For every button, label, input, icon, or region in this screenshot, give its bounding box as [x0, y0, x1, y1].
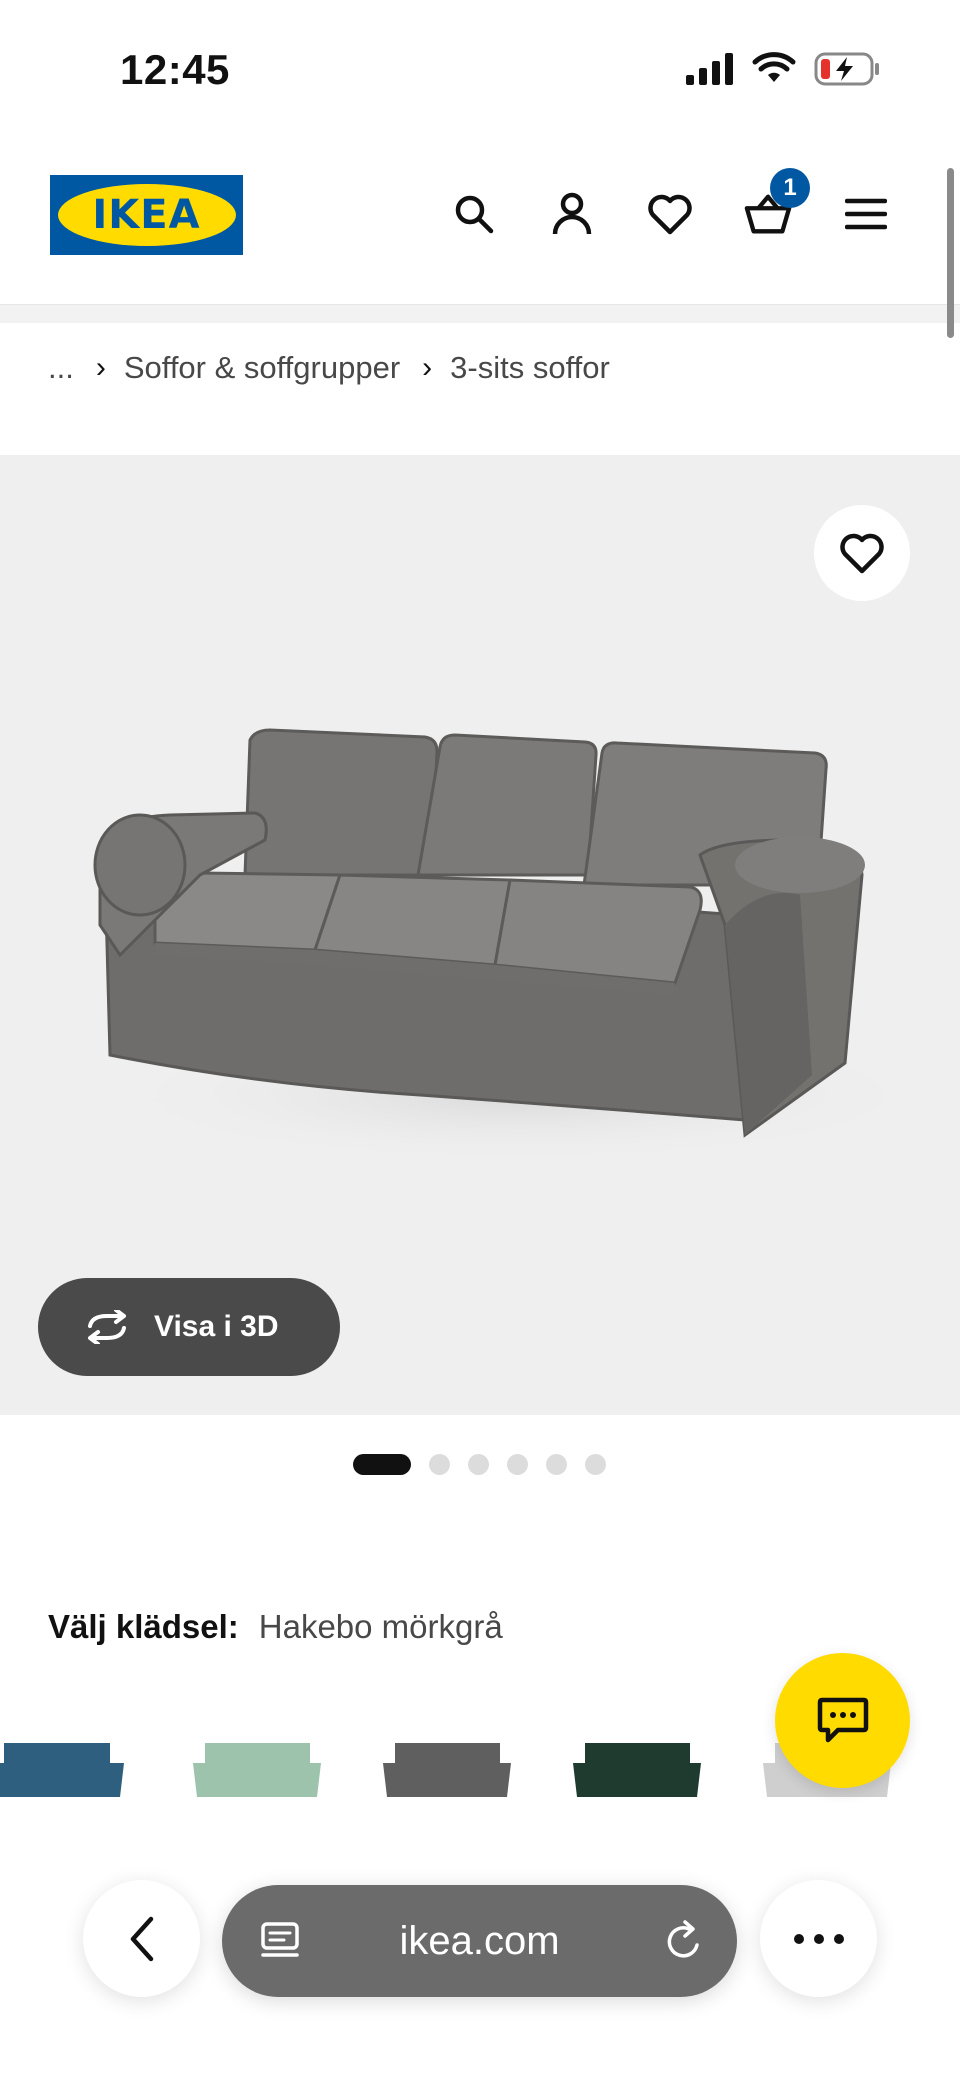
breadcrumb-sofas[interactable]: Soffor & soffgrupper [124, 350, 400, 386]
search-button[interactable] [450, 190, 498, 238]
image-carousel-dots [353, 1454, 606, 1475]
breadcrumb: ... › Soffor & soffgrupper › 3-sits soff… [48, 350, 610, 386]
browser-more-button[interactable] [760, 1880, 877, 1997]
header-icons: 1 [450, 168, 890, 238]
status-bar: 12:45 [0, 0, 960, 140]
swatch-blue[interactable] [0, 1725, 130, 1805]
status-time: 12:45 [120, 46, 230, 93]
menu-button[interactable] [842, 190, 890, 238]
upholstery-label: Välj klädsel: [48, 1608, 239, 1645]
logo-oval: IKEA [57, 184, 236, 246]
menu-icon [845, 198, 887, 230]
site-header: IKEA 1 [0, 140, 960, 305]
view-in-3d-label: Visa i 3D [154, 1310, 279, 1343]
carousel-dot-1[interactable] [353, 1454, 411, 1475]
account-button[interactable] [548, 190, 596, 238]
cart-button[interactable]: 1 [744, 168, 810, 238]
battery-charging-icon [814, 52, 879, 86]
rotate-3d-icon [88, 1310, 126, 1344]
chat-button[interactable] [775, 1653, 910, 1788]
browser-back-button[interactable] [83, 1880, 200, 1997]
search-icon [455, 195, 494, 234]
carousel-dot-6[interactable] [585, 1454, 606, 1475]
chevron-right-icon: › [422, 351, 433, 384]
breadcrumb-3-seat-sofas[interactable]: 3-sits soffor [450, 350, 610, 386]
upholstery-value: Hakebo mörkgrå [258, 1608, 503, 1645]
swatch-dark-grey[interactable] [375, 1725, 515, 1805]
status-icons [686, 52, 880, 86]
product-image-gallery[interactable]: Visa i 3D [0, 455, 960, 1415]
cart-count-badge: 1 [770, 168, 810, 208]
swatch-light-green[interactable] [185, 1725, 325, 1805]
view-in-3d-button[interactable]: Visa i 3D [38, 1278, 340, 1376]
upholstery-selector: Välj klädsel: Hakebo mörkgrå [48, 1608, 503, 1646]
page-scrollbar[interactable] [947, 168, 954, 338]
reload-icon[interactable] [663, 1919, 705, 1963]
address-bar[interactable]: ikea.com [222, 1885, 737, 1997]
logo-text: IKEA [92, 192, 201, 238]
ikea-logo[interactable]: IKEA [50, 175, 243, 255]
add-to-favourites-button[interactable] [814, 505, 910, 601]
sofa-image [93, 728, 940, 1165]
favourites-button[interactable] [646, 190, 694, 238]
chevron-left-icon [130, 1916, 153, 1961]
heart-icon [648, 194, 692, 235]
account-icon [552, 192, 592, 235]
wifi-icon [752, 52, 796, 82]
more-dots-icon [793, 1933, 844, 1944]
swatch-base [0, 1763, 124, 1797]
swatch-dark-green[interactable] [565, 1725, 705, 1805]
signal-icon [686, 53, 733, 85]
carousel-dot-2[interactable] [429, 1454, 450, 1475]
carousel-dot-3[interactable] [468, 1454, 489, 1475]
header-divider [0, 305, 960, 323]
carousel-dot-4[interactable] [507, 1454, 528, 1475]
url-text: ikea.com [399, 1918, 560, 1963]
heart-icon [840, 533, 884, 574]
carousel-dot-5[interactable] [546, 1454, 567, 1475]
breadcrumb-ellipsis[interactable]: ... [48, 350, 74, 386]
chat-icon [817, 1697, 868, 1742]
chevron-right-icon: › [95, 351, 106, 384]
